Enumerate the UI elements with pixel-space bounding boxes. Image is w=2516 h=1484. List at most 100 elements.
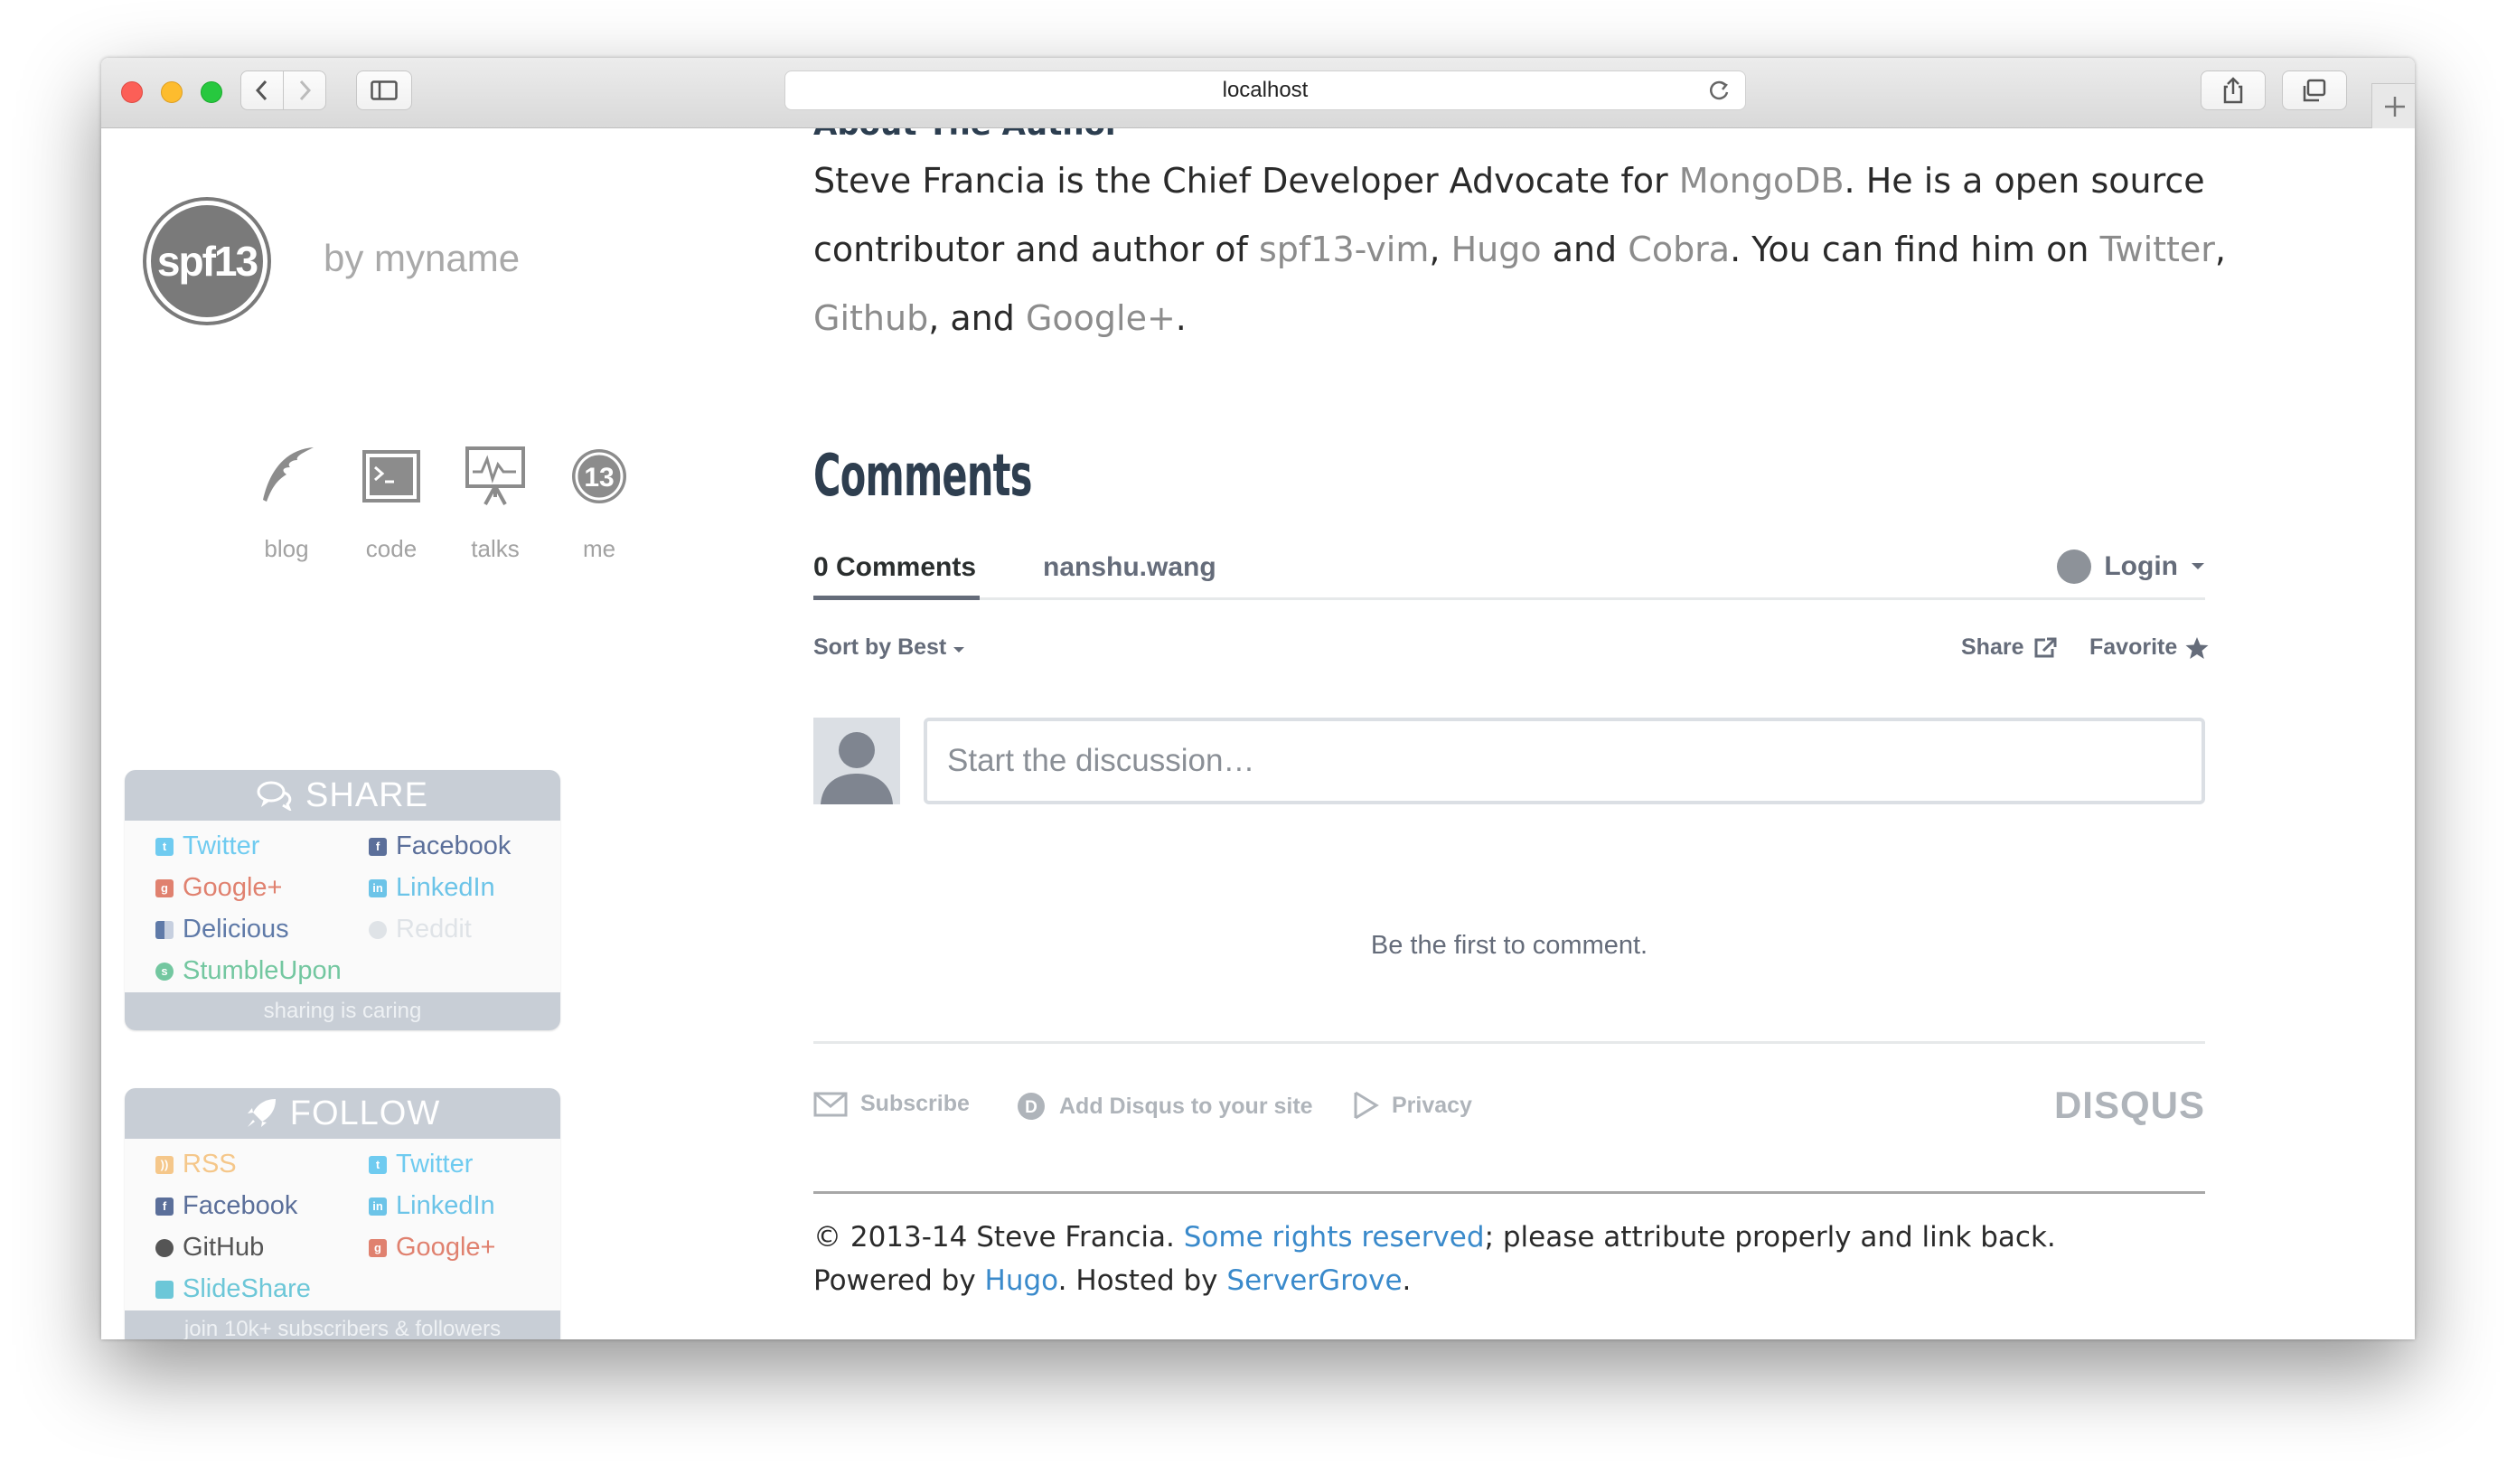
user-avatar-icon <box>2057 549 2092 584</box>
spf13-vim-link[interactable]: spf13-vim <box>1259 230 1429 269</box>
hugo-footer-link[interactable]: Hugo <box>985 1264 1058 1297</box>
follow-facebook-link[interactable]: f Facebook <box>155 1191 297 1221</box>
share-panel-title: SHARE <box>305 775 428 814</box>
follow-linkedin-link[interactable]: in LinkedIn <box>369 1191 495 1221</box>
sidebar-toggle-button[interactable] <box>356 70 412 110</box>
nav-talks[interactable]: talks <box>455 436 536 563</box>
sort-dropdown[interactable]: Sort by Best <box>813 634 965 661</box>
github-icon <box>155 1238 174 1257</box>
linkedin-icon: in <box>369 878 387 897</box>
svg-text:13: 13 <box>584 463 614 493</box>
license-link[interactable]: Some rights reserved <box>1184 1221 1485 1254</box>
nav-label: talks <box>471 535 520 562</box>
follow-panel-header: FOLLOW <box>125 1088 560 1139</box>
nav-label: me <box>582 535 616 562</box>
follow-panel: FOLLOW )) RSS t Twitter f Facebook in Linked… <box>125 1088 560 1339</box>
default-avatar-icon <box>821 732 893 804</box>
servergrove-link[interactable]: ServerGrove <box>1226 1264 1402 1297</box>
share-thread-button[interactable]: Share <box>1961 634 2058 661</box>
sidebar-icon <box>371 80 398 100</box>
minimize-window-button[interactable] <box>161 81 183 103</box>
share-panel: SHARE t Twitter f Facebook g Google+ in Link… <box>125 770 560 1030</box>
nav-blog[interactable]: blog <box>246 436 327 563</box>
author-heading: About The Author <box>813 128 1121 143</box>
privacy-icon <box>1354 1091 1379 1120</box>
twitter-link[interactable]: Twitter <box>2100 230 2215 269</box>
envelope-icon <box>813 1092 848 1116</box>
new-tab-icon <box>2384 96 2405 117</box>
site-logo[interactable]: spf13 <box>146 201 268 322</box>
cobra-link[interactable]: Cobra <box>1628 230 1730 269</box>
favorite-button[interactable]: Favorite <box>2089 634 2210 661</box>
reload-icon[interactable] <box>1707 80 1731 103</box>
share-toolbar-button[interactable] <box>2201 70 2266 110</box>
close-window-button[interactable] <box>121 81 143 103</box>
tab-community[interactable]: nanshu.wang <box>1043 549 1216 600</box>
nav-code[interactable]: code <box>351 436 432 563</box>
stumbleupon-icon: s <box>155 962 174 981</box>
disqus-d-icon: D <box>1018 1093 1045 1120</box>
follow-slideshare-link[interactable]: SlideShare <box>155 1274 311 1304</box>
forward-button[interactable] <box>283 70 326 110</box>
nav-label: blog <box>264 535 309 562</box>
site-footer: © 2013-14 Steve Francia. Some rights res… <box>813 1191 2205 1297</box>
share-list: t Twitter f Facebook g Google+ in LinkedIn D… <box>125 821 560 992</box>
follow-github-link[interactable]: GitHub <box>155 1233 264 1263</box>
googleplus-link[interactable]: Google+ <box>1026 298 1176 338</box>
show-tabs-button[interactable] <box>2282 70 2347 110</box>
zoom-window-button[interactable] <box>201 81 222 103</box>
author-bio-line: contributor and author of spf13-vim, Hug… <box>813 230 2227 269</box>
share-delicious-link[interactable]: Delicious <box>155 915 289 944</box>
rss-icon: )) <box>155 1155 174 1174</box>
new-tab-button[interactable] <box>2371 83 2415 128</box>
back-button[interactable] <box>240 70 284 110</box>
disqus-logo[interactable]: DISQUS <box>2054 1084 2205 1127</box>
share-facebook-link[interactable]: f Facebook <box>369 831 511 861</box>
share-stumbleupon-link[interactable]: s StumbleUpon <box>155 956 342 986</box>
share-linkedin-link[interactable]: in LinkedIn <box>369 873 495 903</box>
powered-by-line: Powered by Hugo. Hosted by ServerGrove. <box>813 1264 1412 1297</box>
follow-twitter-link[interactable]: t Twitter <box>369 1150 473 1179</box>
follow-rss-link[interactable]: )) RSS <box>155 1150 237 1179</box>
comment-input[interactable] <box>924 718 2205 804</box>
login-menu[interactable]: Login <box>2057 549 2205 584</box>
copyright-line: © 2013-14 Steve Francia. Some rights res… <box>813 1221 2056 1254</box>
address-bar[interactable]: localhost <box>784 70 1746 110</box>
twitter-icon: t <box>369 1155 387 1174</box>
caret-down-icon <box>2192 563 2204 569</box>
caret-down-icon <box>953 647 965 653</box>
add-disqus-link[interactable]: D Add Disqus to your site <box>1016 1091 1313 1122</box>
googleplus-icon: g <box>369 1238 387 1257</box>
nav-me[interactable]: 13 me <box>559 436 640 563</box>
share-panel-footer: sharing is caring <box>125 992 560 1030</box>
twitter-icon: t <box>155 837 174 856</box>
author-bio-line: Github, and Google+. <box>813 298 1187 338</box>
terminal-icon <box>351 436 432 517</box>
presentation-icon <box>455 436 536 517</box>
github-link[interactable]: Github <box>813 298 928 338</box>
forward-icon <box>299 80 312 101</box>
share-panel-header: SHARE <box>125 770 560 821</box>
hugo-link[interactable]: Hugo <box>1451 230 1542 269</box>
browser-window: localhost spf13 by myname blog code talk… <box>101 58 2415 1339</box>
rocket-icon <box>247 1099 276 1127</box>
svg-text:D: D <box>1025 1098 1037 1117</box>
tab-comments[interactable]: 0 Comments <box>813 549 980 600</box>
privacy-link[interactable]: Privacy <box>1352 1091 1472 1120</box>
share-twitter-link[interactable]: t Twitter <box>155 831 259 861</box>
share-reddit-link[interactable]: Reddit <box>369 915 472 944</box>
reddit-icon <box>369 920 387 939</box>
screenshot-canvas: localhost spf13 by myname blog code talk… <box>0 0 2516 1484</box>
follow-panel-title: FOLLOW <box>289 1094 441 1132</box>
delicious-icon <box>155 920 174 939</box>
avatar <box>813 718 900 804</box>
mongodb-link[interactable]: MongoDB <box>1679 161 1845 201</box>
comments-icon <box>257 781 292 811</box>
subscribe-link[interactable]: Subscribe <box>813 1091 970 1117</box>
share-googleplus-link[interactable]: g Google+ <box>155 873 282 903</box>
follow-googleplus-link[interactable]: g Google+ <box>369 1233 495 1263</box>
follow-panel-footer: join 10k+ subscribers & followers <box>125 1310 560 1339</box>
login-label: Login <box>2104 551 2178 581</box>
author-bio-line: Steve Francia is the Chief Developer Adv… <box>813 161 2205 201</box>
share-out-icon <box>2034 637 2057 657</box>
